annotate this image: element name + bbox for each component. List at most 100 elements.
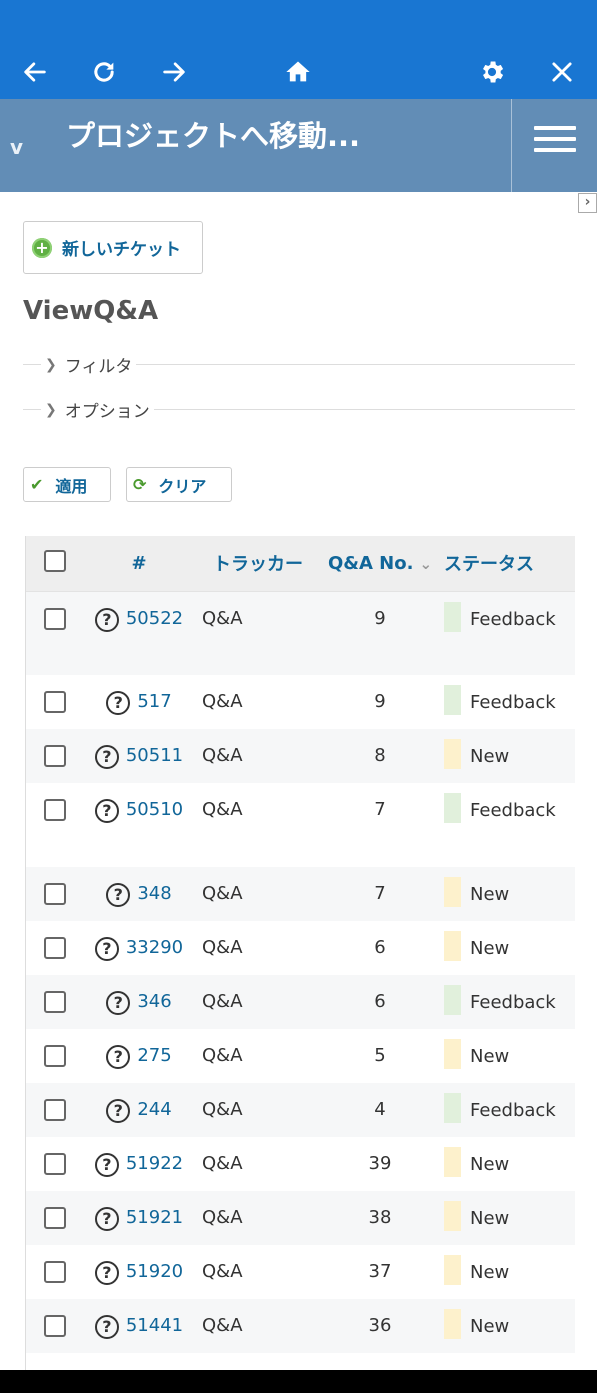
- status-color-swatch: [444, 685, 461, 715]
- issue-id-link[interactable]: 517: [137, 691, 171, 712]
- issue-id-link[interactable]: 348: [137, 883, 171, 904]
- forward-button[interactable]: [154, 52, 194, 92]
- issue-id-link[interactable]: 51921: [126, 1207, 183, 1228]
- row-checkbox[interactable]: [44, 1099, 66, 1121]
- tracker-cell: Q&A: [194, 867, 322, 921]
- table-row[interactable]: ? 51922 Q&A 39 New: [26, 1137, 575, 1191]
- issue-id-link[interactable]: 275: [137, 1045, 171, 1066]
- table-row[interactable]: ? 50511 Q&A 8 New: [26, 729, 575, 783]
- system-bottom-bar: [0, 1370, 597, 1393]
- row-checkbox-cell: [26, 1137, 84, 1191]
- column-header-status[interactable]: ステータス: [438, 536, 575, 592]
- options-legend[interactable]: ❯ オプション: [41, 397, 154, 422]
- status-cell: Feedback: [438, 783, 575, 867]
- table-row[interactable]: ? 517 Q&A 9 Feedback: [26, 675, 575, 729]
- qa-no-cell: 37: [322, 1245, 438, 1299]
- table-header-row: # トラッカー Q&A No. ⌄ ステータス: [26, 536, 575, 592]
- status-label: Feedback: [470, 992, 556, 1013]
- issue-id-cell: ? 275: [84, 1029, 194, 1083]
- table-row[interactable]: ? 51920 Q&A 37 New: [26, 1245, 575, 1299]
- reload-button[interactable]: [84, 52, 124, 92]
- project-dropdown-chevron-icon[interactable]: v: [10, 135, 23, 159]
- table-row[interactable]: ? 51921 Q&A 38 New: [26, 1191, 575, 1245]
- row-checkbox-cell: [26, 675, 84, 729]
- page-title: ViewQ&A: [23, 296, 159, 326]
- column-header-tracker[interactable]: トラッカー: [194, 536, 322, 592]
- status-label: New: [470, 1154, 510, 1175]
- qa-no-cell: 38: [322, 1191, 438, 1245]
- status-color-swatch: [444, 1147, 461, 1177]
- issue-id-cell: ? 51922: [84, 1137, 194, 1191]
- row-checkbox[interactable]: [44, 991, 66, 1013]
- row-checkbox[interactable]: [44, 937, 66, 959]
- row-checkbox[interactable]: [44, 745, 66, 767]
- issue-id-cell: ? 346: [84, 975, 194, 1029]
- status-cell: New: [438, 1137, 575, 1191]
- issue-id-cell: ? 348: [84, 867, 194, 921]
- issue-id-cell: ? 244: [84, 1083, 194, 1137]
- filter-legend[interactable]: ❯ フィルタ: [41, 352, 137, 377]
- qa-no-cell: 5: [322, 1029, 438, 1083]
- qa-no-cell: 39: [322, 1137, 438, 1191]
- issue-id-link[interactable]: 33290: [126, 937, 183, 958]
- home-button[interactable]: [278, 52, 318, 92]
- issue-id-cell: ? 51921: [84, 1191, 194, 1245]
- row-checkbox[interactable]: [44, 607, 66, 630]
- column-header-id[interactable]: #: [84, 536, 194, 592]
- issue-id-link[interactable]: 244: [137, 1099, 171, 1120]
- sidebar-toggle-button[interactable]: ›: [578, 193, 597, 213]
- add-icon: +: [32, 237, 52, 258]
- column-header-qa-no[interactable]: Q&A No. ⌄: [322, 536, 438, 592]
- issue-id-link[interactable]: 346: [137, 991, 171, 1012]
- row-checkbox-cell: [26, 591, 84, 675]
- row-checkbox[interactable]: [44, 1153, 66, 1175]
- issue-id-link[interactable]: 51920: [126, 1261, 183, 1282]
- project-jump-select[interactable]: プロジェクトへ移動...: [66, 114, 360, 158]
- tracker-cell: Q&A: [194, 1083, 322, 1137]
- table-row[interactable]: ? 275 Q&A 5 New: [26, 1029, 575, 1083]
- issue-id-cell: ? 51920: [84, 1245, 194, 1299]
- table-row[interactable]: ? 33290 Q&A 6 New: [26, 921, 575, 975]
- select-all-checkbox[interactable]: [44, 549, 66, 572]
- issue-id-link[interactable]: 50510: [126, 799, 183, 820]
- qa-no-cell: 7: [322, 783, 438, 867]
- hamburger-line: [534, 137, 576, 141]
- status-color-swatch: [444, 739, 461, 769]
- status-cell: Feedback: [438, 975, 575, 1029]
- row-checkbox[interactable]: [44, 1207, 66, 1229]
- row-checkbox[interactable]: [44, 691, 66, 713]
- row-checkbox-cell: [26, 867, 84, 921]
- options-fieldset[interactable]: ❯ オプション: [23, 397, 575, 422]
- back-icon: [24, 62, 46, 82]
- new-ticket-button[interactable]: + 新しいチケット: [23, 221, 203, 274]
- clear-button[interactable]: ⟳ クリア: [126, 467, 232, 502]
- table-row[interactable]: ? 50522 Q&A 9 Feedback: [26, 591, 575, 675]
- table-row[interactable]: ? 346 Q&A 6 Feedback: [26, 975, 575, 1029]
- table-row[interactable]: ? 51441 Q&A 36 New: [26, 1299, 575, 1353]
- hamburger-line: [534, 126, 576, 130]
- table-row[interactable]: ? 244 Q&A 4 Feedback: [26, 1083, 575, 1137]
- row-checkbox[interactable]: [44, 1261, 66, 1283]
- chevron-right-icon: ❯: [45, 401, 57, 418]
- table-row[interactable]: ? 348 Q&A 7 New: [26, 867, 575, 921]
- issue-id-link[interactable]: 51441: [126, 1315, 183, 1336]
- row-checkbox[interactable]: [44, 1045, 66, 1067]
- settings-button[interactable]: [472, 52, 512, 92]
- hamburger-menu-button[interactable]: [530, 124, 578, 154]
- apply-button[interactable]: ✔ 適用: [23, 467, 111, 502]
- filter-fieldset[interactable]: ❯ フィルタ: [23, 352, 575, 377]
- row-checkbox[interactable]: [44, 883, 66, 905]
- row-checkbox-cell: [26, 729, 84, 783]
- issue-id-link[interactable]: 50522: [126, 608, 183, 629]
- close-button[interactable]: [542, 52, 582, 92]
- issue-id-link[interactable]: 51922: [126, 1153, 183, 1174]
- issue-id-link[interactable]: 50511: [126, 745, 183, 766]
- row-checkbox[interactable]: [44, 1315, 66, 1337]
- question-icon: ?: [106, 691, 131, 715]
- table-row[interactable]: ? 50510 Q&A 7 Feedback: [26, 783, 575, 867]
- row-checkbox[interactable]: [44, 799, 66, 821]
- reload-icon: ⟳: [133, 475, 147, 494]
- back-button[interactable]: [15, 52, 55, 92]
- row-checkbox-cell: [26, 1245, 84, 1299]
- row-checkbox-cell: [26, 1191, 84, 1245]
